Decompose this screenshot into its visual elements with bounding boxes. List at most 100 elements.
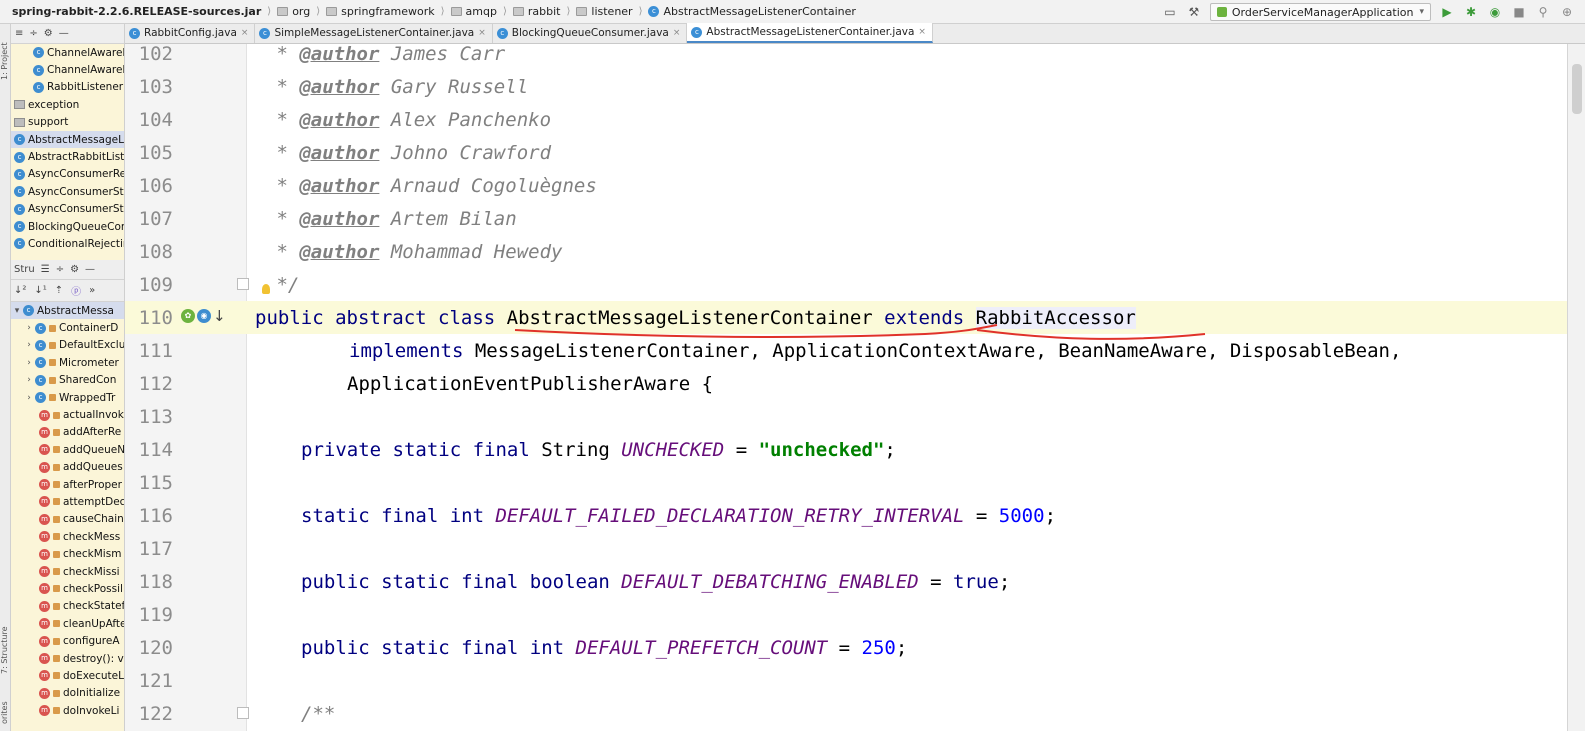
more-icon[interactable]: » [89,285,95,296]
editor-tab[interactable]: c SimpleMessageListenerContainer.java × [255,23,493,43]
structure-item[interactable]: m doExecuteL [11,667,124,684]
structure-tool-window-button[interactable]: 7: Structure [0,614,11,674]
structure-item[interactable]: m doInvokeLi [11,702,124,719]
sort-visibility-icon[interactable]: ↓¹ [34,285,46,296]
project-panel-toolbar: ≡ ÷ ⚙ — [11,24,124,44]
hide-icon[interactable]: — [85,264,95,275]
structure-item[interactable]: m addQueueN [11,441,124,458]
structure-item[interactable]: m actualInvok [11,406,124,423]
structure-item[interactable]: m checkMess [11,528,124,545]
gear-icon[interactable]: ⚙ [44,28,53,39]
class-icon: c [35,374,46,386]
run-configuration-dropdown[interactable]: OrderServiceManagerApplication ▾ [1209,3,1431,21]
show-inherited-icon[interactable]: ⇡ [55,285,63,296]
favorites-tool-window-button[interactable]: orites [0,694,11,724]
code-editor[interactable]: 102 * @author James Carr 103 * @author Ga… [125,44,1585,731]
search-icon[interactable]: ⚲ [1535,4,1551,20]
gear-icon[interactable]: ⚙ [70,264,79,275]
structure-item[interactable]: › c DefaultExclu [11,337,124,354]
project-tree-item[interactable]: cChannelAwareBa [11,44,124,61]
lock-icon [53,428,60,436]
hide-icon[interactable]: — [59,28,69,39]
show-properties-icon[interactable]: ⓟ [71,283,81,298]
close-icon[interactable]: × [241,28,249,38]
structure-item[interactable]: m checkPossil [11,580,124,597]
lock-icon [53,637,60,645]
chevron-right-icon: ⟩ [440,6,445,17]
project-tool-window-button[interactable]: 1: Project [0,30,11,80]
stop-icon[interactable]: ■ [1511,4,1527,20]
close-icon[interactable]: × [673,28,681,38]
project-tree-item[interactable]: c AbstractMessageLis [11,130,124,149]
collapse-icon[interactable]: ÷ [56,264,64,275]
chevron-right-icon[interactable]: › [23,375,35,385]
window-icon[interactable]: ▭ [1162,4,1178,20]
lock-icon [53,498,60,506]
method-icon: m [39,496,50,508]
breadcrumb-item[interactable]: listener [576,5,633,18]
structure-item[interactable]: m causeChain [11,511,124,528]
structure-item[interactable]: m addAfterRe [11,424,124,441]
class-icon: c [691,26,703,38]
breadcrumb-item[interactable]: spring-rabbit-2.2.6.RELEASE-sources.jar [12,5,261,18]
chevron-right-icon[interactable]: › [23,340,35,350]
project-tree-item[interactable]: c BlockingQueueCons [11,218,124,235]
structure-item[interactable]: m destroy(): v [11,650,124,667]
editor-tab[interactable]: c BlockingQueueConsumer.java × [493,23,688,43]
folder-icon [326,7,338,16]
structure-item[interactable]: m checkMism [11,545,124,562]
sort-alpha-icon[interactable]: ↓² [14,285,26,296]
structure-item[interactable]: m addQueues [11,459,124,476]
structure-item[interactable]: m afterProper [11,476,124,493]
structure-item[interactable]: m checkMissi [11,563,124,580]
coverage-icon[interactable]: ◉ [1487,4,1503,20]
project-tree-item[interactable]: cAbstractRabbitListen [11,148,124,165]
breadcrumb-item[interactable]: rabbit [512,5,560,18]
project-tree-item[interactable]: c AsyncConsumerStar [11,183,124,200]
project-tree-item[interactable]: c AsyncConsumerRes [11,166,124,183]
breadcrumb-item[interactable]: springframework [326,5,435,18]
run-configuration-label: OrderServiceManagerApplication [1231,5,1414,19]
method-icon: m [39,409,50,421]
structure-item[interactable]: › c Micrometer [11,354,124,371]
class-icon: c [33,47,44,59]
sort-icon[interactable]: ☰ [41,264,50,275]
structure-item[interactable]: m attemptDec [11,493,124,510]
chevron-right-icon[interactable]: › [23,358,35,368]
add-icon[interactable]: ⊕ [1559,4,1575,20]
run-icon[interactable]: ▶ [1439,4,1455,20]
close-icon[interactable]: × [478,28,486,38]
project-tree-item[interactable]: exception [11,96,124,113]
structure-item[interactable]: m configureA [11,632,124,649]
close-icon[interactable]: × [918,27,926,37]
structure-item[interactable]: m doInitialize [11,685,124,702]
chevron-down-icon: ▾ [1419,7,1424,17]
breadcrumb-item[interactable]: org [277,5,310,18]
structure-item[interactable]: › c WrappedTr [11,389,124,406]
build-hammer-icon[interactable]: ⚒ [1186,4,1202,20]
structure-item[interactable]: m checkStatef [11,598,124,615]
chevron-right-icon[interactable]: › [23,393,35,403]
panel-menu-icon[interactable]: ≡ [15,28,23,39]
project-tree-item[interactable]: c ChannelAwareM [11,61,124,78]
structure-root[interactable]: ▾ c AbstractMessa [11,302,124,320]
chevron-right-icon[interactable]: › [23,323,35,333]
chevron-right-icon: ⟩ [566,6,571,17]
debug-icon[interactable]: ✱ [1463,4,1479,20]
project-tree-item[interactable]: support [11,114,124,131]
method-icon: m [39,635,50,647]
editor-tab[interactable]: c AbstractMessageListenerContainer.java × [687,23,933,43]
breadcrumb-item[interactable]: amqp [450,5,497,18]
project-tree-item[interactable]: cAsyncConsumerStop [11,201,124,218]
structure-item[interactable]: › c ContainerD [11,319,124,336]
structure-item[interactable]: m cleanUpAfte [11,615,124,632]
chevron-right-icon: ⟩ [502,6,507,17]
collapse-icon[interactable]: ÷ [29,28,37,39]
project-tree-item[interactable]: cRabbitListenerEr [11,79,124,96]
breadcrumb-item[interactable]: c AbstractMessageListenerContainer [648,5,856,18]
toolbar-right: ▭ ⚒ OrderServiceManagerApplication ▾ ▶ ✱… [1162,0,1585,24]
project-tree-item[interactable]: cConditionalRejecting [11,235,124,252]
editor-tab[interactable]: c RabbitConfig.java × [125,23,256,43]
structure-item[interactable]: › c SharedCon [11,372,124,389]
scrollbar-thumb[interactable] [1572,64,1582,114]
